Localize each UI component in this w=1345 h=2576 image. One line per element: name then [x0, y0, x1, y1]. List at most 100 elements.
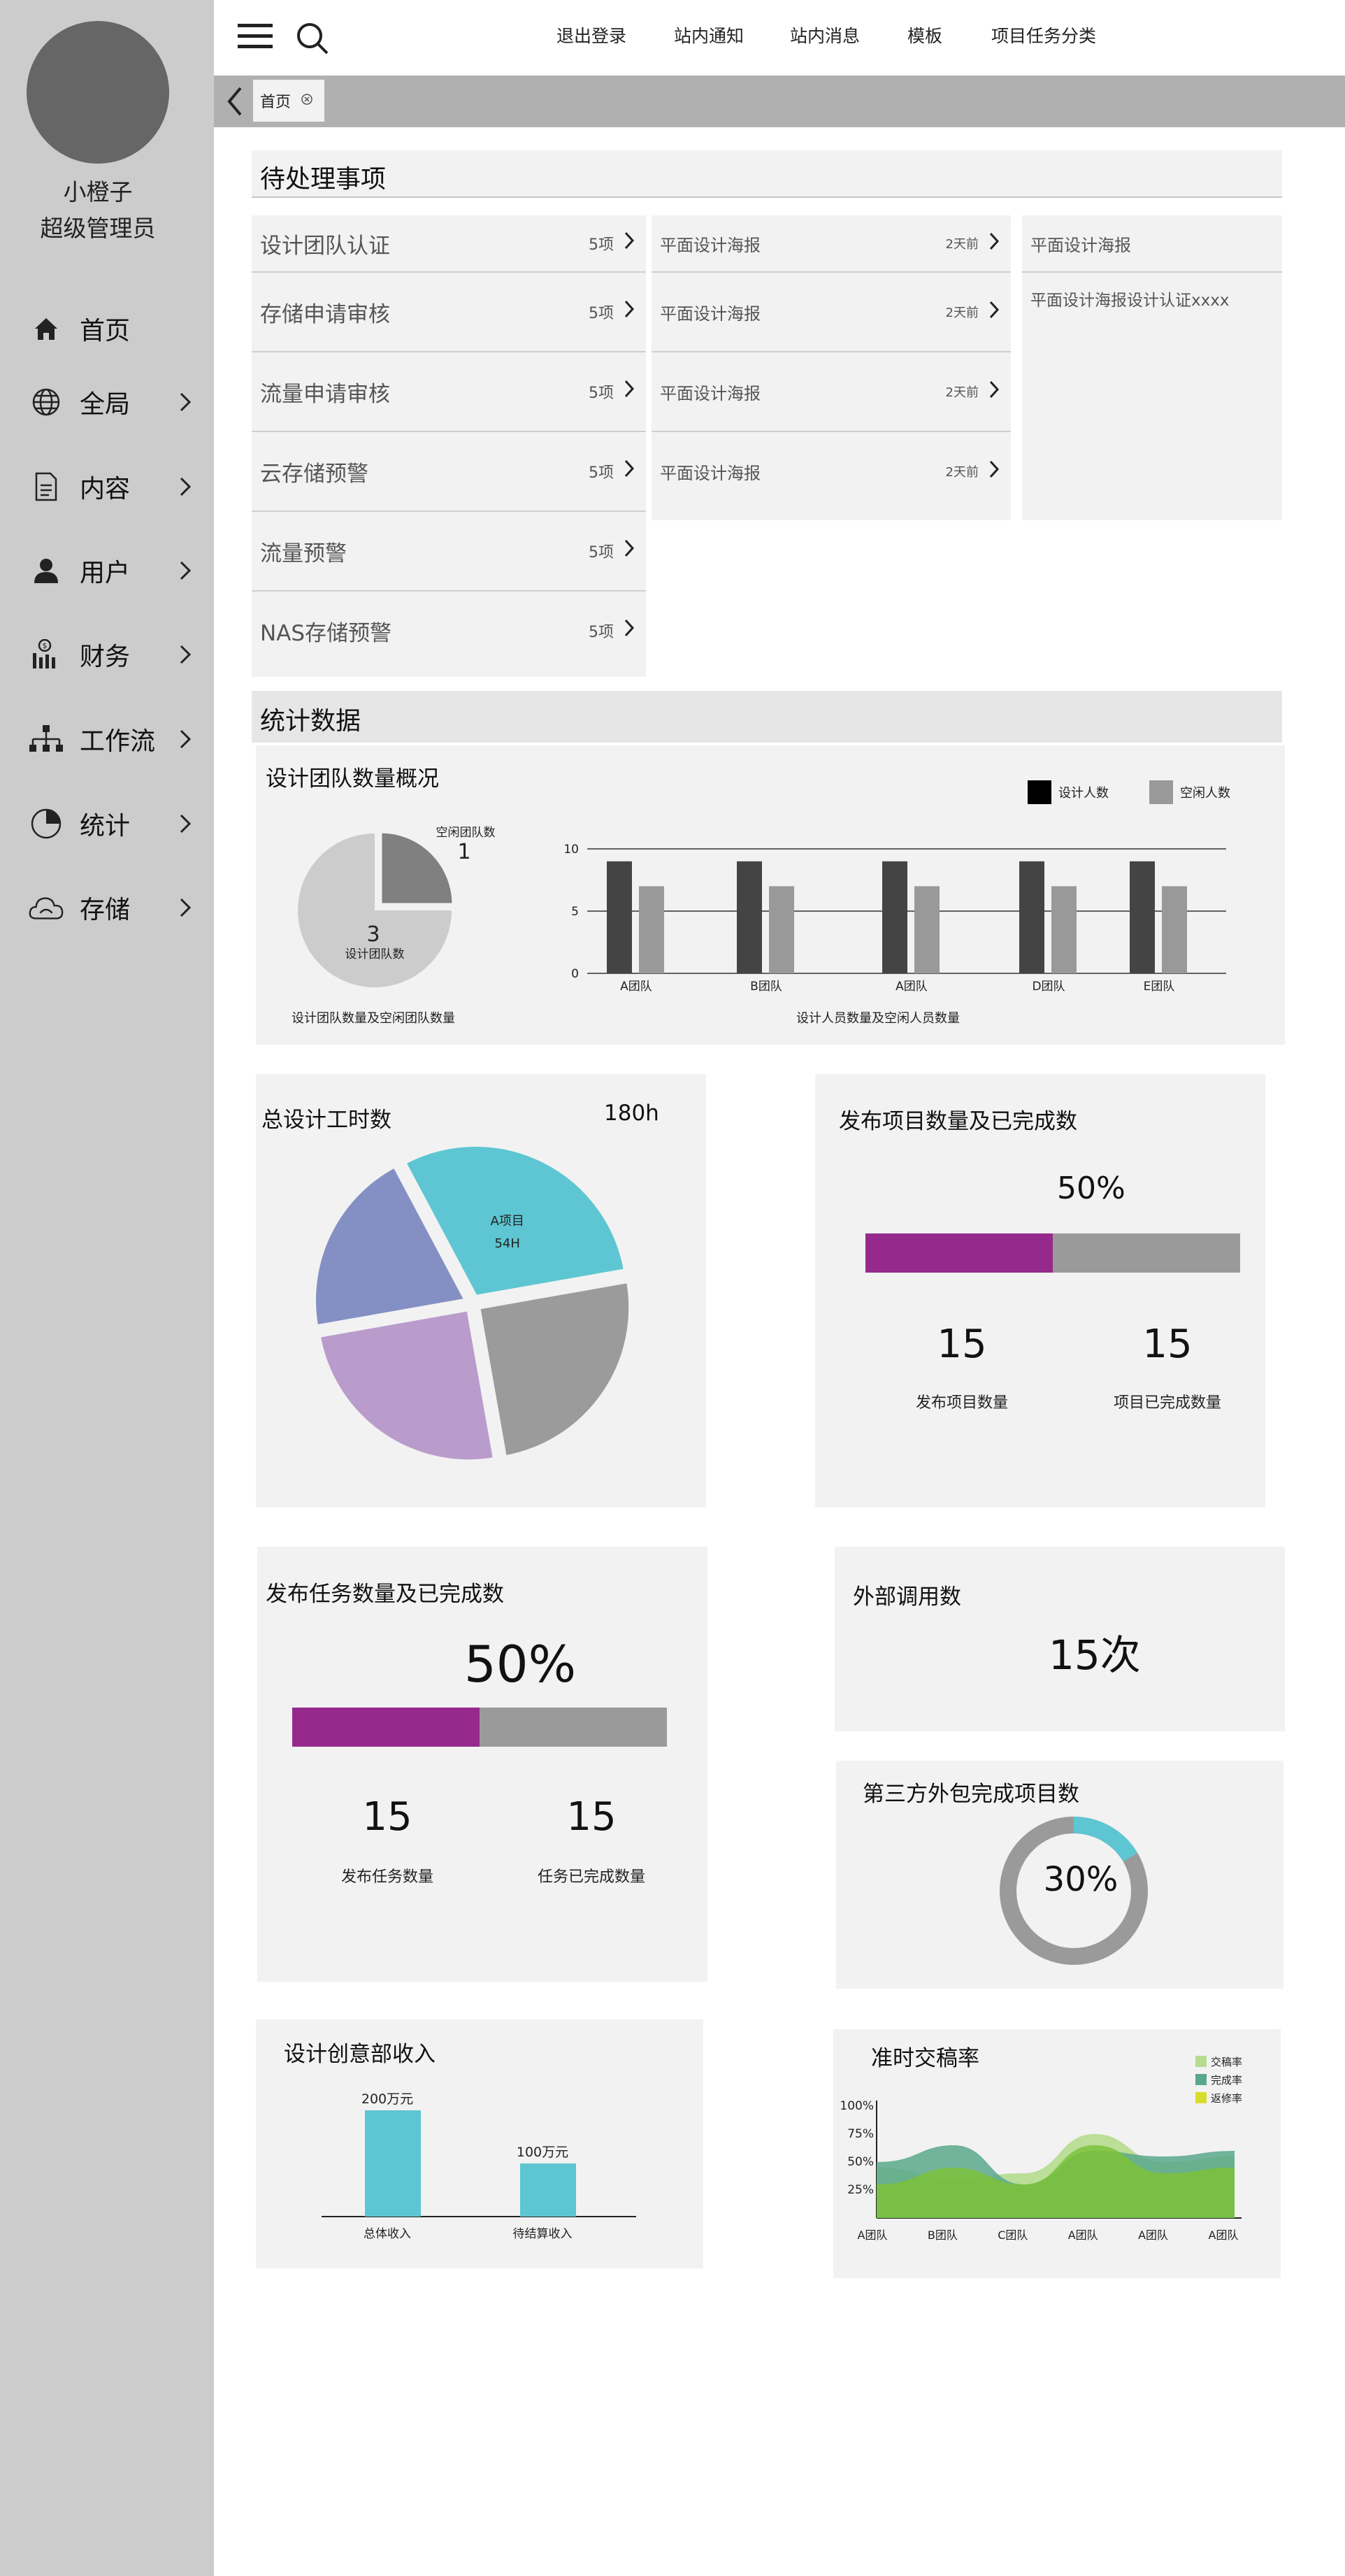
list-item-label: 平面设计海报 [660, 235, 761, 255]
bar-空闲人数 [769, 886, 794, 973]
detail-title: 平面设计海报 [1022, 215, 1282, 273]
list-item-label: 存储申请审核 [260, 301, 390, 327]
sidebar-item-workflow[interactable]: 工作流 [28, 718, 196, 760]
x-tick-label: A团队 [1068, 2228, 1098, 2242]
list-item[interactable]: 流量预警 5项 [252, 512, 646, 592]
x-tick-label: A团队 [1209, 2228, 1239, 2242]
sidebar-item-finance[interactable]: $ 财务 [28, 634, 196, 675]
list-item-label: 流量申请审核 [260, 381, 390, 407]
team-bar-chart: 0 5 10 A团队 B团队 A团队 D团队 E团队设计人员数量及空闲人员数量 设计人数 空闲人数 [563, 780, 1230, 1026]
tasks-completed-count: 15 [566, 1794, 617, 1840]
legend-swatch [1195, 2092, 1207, 2103]
projects-completed-label: 项目已完成数量 [1113, 1394, 1221, 1412]
sidebar-item-global[interactable]: 全局 [28, 381, 196, 423]
message-list: 平面设计海报 2天前 平面设计海报 2天前 平面设计海报 2天前 平面设计海报 … [652, 215, 1011, 520]
ontime-rate-card: 准时交稿率 25% 50% 75% 100% A团队 B团队 C团队 A团队 A团队 A团队 交稿率… [833, 2029, 1281, 2278]
site-message-link[interactable]: 站内消息 [790, 22, 860, 48]
projects-progress-bar [865, 1233, 1240, 1273]
count-badge: 5项 [589, 385, 614, 402]
chevron-right-icon [988, 300, 1000, 324]
stats-header: 统计数据 [252, 691, 1282, 743]
chevron-right-icon [624, 379, 635, 404]
sidebar-item-users[interactable]: 用户 [28, 550, 196, 592]
donut-fill [1073, 1817, 1138, 1862]
outsourcing-card: 第三方外包完成项目数 30% [836, 1761, 1283, 1989]
sidebar-item-storage[interactable]: 存储 [28, 887, 196, 929]
list-item[interactable]: 平面设计海报 2天前 [652, 432, 1011, 510]
y-tick-label: 100% [840, 2099, 874, 2113]
finance-icon: $ [28, 636, 64, 673]
list-item[interactable]: 平面设计海报 2天前 [652, 352, 1011, 432]
count-badge: 5项 [589, 624, 614, 641]
logout-link[interactable]: 退出登录 [556, 22, 626, 48]
list-item[interactable]: 设计团队认证 5项 [252, 215, 646, 273]
chevron-right-icon [175, 641, 196, 668]
chevron-right-icon [624, 459, 635, 484]
count-badge: 5项 [589, 544, 614, 561]
list-item[interactable]: 存储申请审核 5项 [252, 273, 646, 352]
template-link[interactable]: 模板 [907, 22, 942, 48]
projects-published-label: 发布项目数量 [915, 1394, 1008, 1412]
pie-slice-free-teams [379, 830, 455, 906]
chevron-right-icon [624, 618, 635, 643]
y-tick-label: 50% [847, 2155, 874, 2169]
bar-value-label: 100万元 [517, 2145, 568, 2160]
y-tick-label: 10 [563, 843, 579, 857]
bar-设计人数 [1019, 861, 1044, 973]
tasks-title: 发布任务数量及已完成数 [266, 1582, 504, 1607]
projects-published-count: 15 [937, 1322, 987, 1367]
chevron-right-icon [988, 231, 1000, 255]
list-item[interactable]: 平面设计海报 2天前 [652, 215, 1011, 273]
avatar[interactable] [27, 21, 169, 164]
sidebar-item-content[interactable]: 内容 [28, 466, 196, 508]
bar-空闲人数 [639, 886, 664, 973]
user-role: 超级管理员 [40, 215, 156, 242]
menu-icon[interactable] [238, 21, 274, 52]
work-hours-card: 总设计工时数 180h A项目 54H [256, 1074, 706, 1508]
list-item[interactable]: 云存储预警 5项 [252, 432, 646, 512]
chevron-right-icon [988, 459, 1000, 483]
pie-caption: 设计团队数量及空闲团队数量 [292, 1011, 455, 1026]
list-item-label: 平面设计海报 [660, 383, 761, 403]
site-notice-link[interactable]: 站内通知 [674, 22, 744, 48]
task-category-link[interactable]: 项目任务分类 [991, 22, 1096, 48]
x-tick-label: C团队 [998, 2228, 1028, 2242]
stats-title: 统计数据 [260, 707, 361, 736]
projects-completed-count: 15 [1142, 1322, 1193, 1367]
bar-设计人数 [737, 861, 762, 973]
x-tick-label: A团队 [858, 2228, 888, 2242]
pending-header: 待处理事项 [252, 150, 1282, 198]
pie-chart-icon [28, 806, 64, 842]
list-item[interactable]: 流量申请审核 5项 [252, 352, 646, 432]
pie-value-design-teams: 3 [366, 922, 380, 947]
message-detail: 平面设计海报 平面设计海报设计认证xxxx [1022, 215, 1282, 520]
search-icon[interactable] [295, 21, 330, 56]
tab-home[interactable]: 首页 [253, 80, 324, 122]
timestamp: 2天前 [945, 237, 979, 252]
home-icon [28, 310, 64, 347]
sidebar-item-label: 工作流 [80, 727, 156, 756]
legend-label: 交稿率 [1211, 2056, 1242, 2068]
bar-空闲人数 [1162, 886, 1187, 973]
close-icon[interactable] [301, 93, 313, 108]
legend-swatch [1028, 780, 1051, 804]
sidebar-item-label: 统计 [80, 812, 131, 840]
legend-swatch [1149, 780, 1173, 804]
svg-text:$: $ [43, 641, 48, 650]
x-tick-label: E团队 [1144, 980, 1175, 994]
y-tick-label: 0 [571, 967, 579, 981]
sidebar-item-label: 用户 [80, 559, 131, 587]
sidebar-item-home[interactable]: 首页 [28, 308, 196, 350]
y-tick-label: 5 [571, 905, 579, 919]
x-tick-label: B团队 [928, 2228, 958, 2242]
sidebar-item-statistics[interactable]: 统计 [28, 803, 196, 845]
cloud-icon [28, 889, 64, 926]
detail-body: 平面设计海报设计认证xxxx [1030, 292, 1230, 310]
back-icon[interactable] [221, 83, 249, 120]
list-item[interactable]: NAS存储预警 5项 [252, 592, 646, 670]
team-overview-card: 设计团队数量概况 空闲团队数 1 3 设计团队数 设计团队数量及空闲团队数量 0 5 10 A… [256, 745, 1285, 1045]
chevron-right-icon [175, 725, 196, 753]
list-item[interactable]: 平面设计海报 2天前 [652, 273, 1011, 352]
bar-设计人数 [607, 861, 632, 973]
revenue-bar [520, 2163, 576, 2217]
